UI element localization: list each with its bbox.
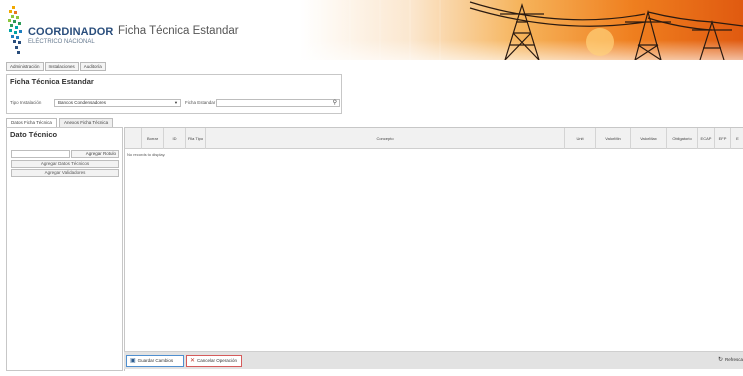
no-records-message: No records to display.	[127, 152, 166, 157]
page-title: Ficha Técnica Estandar	[118, 25, 239, 37]
tipo-instalacion-value: Bancos Condensadores	[58, 100, 107, 105]
refresh-label: Refresca	[724, 357, 743, 362]
save-button-label: Guardar Cambios	[137, 358, 174, 363]
cancel-button[interactable]: ✕ Cancelar Operación	[186, 355, 242, 367]
ficha-estandar-label: Ficha Estandar	[185, 100, 216, 105]
refresh-icon: ↻	[717, 357, 723, 363]
column-header-efp[interactable]: EFP	[715, 128, 731, 149]
tipo-instalacion-label: Tipo Instalación	[10, 100, 42, 105]
filter-panel: Ficha Técnica Estandar Tipo Instalación …	[6, 74, 342, 114]
tab-anexos-ficha-tecnica[interactable]: Anexos Ficha Técnica	[58, 118, 114, 127]
logo-title: COORDINADOR	[28, 26, 114, 38]
column-header-ecap[interactable]: ECAP	[698, 128, 715, 149]
column-header-valormin[interactable]: ValorMin	[596, 128, 631, 149]
dato-tecnico-panel: Dato Técnico Agregar Rotulo Agregar Dato…	[6, 127, 123, 371]
column-header-fila-tipo[interactable]: Fila Tipo	[186, 128, 206, 149]
chevron-down-icon[interactable]: ▼	[174, 100, 178, 106]
tab-datos-ficha-tecnica[interactable]: Datos Ficha Técnica	[6, 118, 57, 127]
column-header-unit[interactable]: Unit	[565, 128, 596, 149]
column-header-e[interactable]: E	[731, 128, 743, 149]
column-header-borrar[interactable]: Borrar	[142, 128, 164, 149]
menu-item-auditoria[interactable]: Auditoría	[79, 62, 106, 71]
menu-item-instalaciones[interactable]: Instalaciones	[44, 62, 79, 71]
column-header-id[interactable]: ID	[164, 128, 186, 149]
column-header-valormax[interactable]: ValorMax	[631, 128, 667, 149]
app-header: COORDINADOR ELÉCTRICO NACIONAL Ficha Téc…	[0, 0, 743, 60]
column-header-select	[125, 128, 142, 149]
dato-tecnico-title: Dato Técnico	[10, 130, 58, 139]
tipo-instalacion-select[interactable]: Bancos Condensadores ▼	[54, 99, 181, 107]
rotulo-input[interactable]	[11, 150, 70, 158]
save-button[interactable]: ▣ Guardar Cambios	[126, 355, 184, 367]
cancel-button-label: Cancelar Operación	[197, 358, 238, 363]
tab-strip: Datos Ficha Técnica Anexos Ficha Técnica	[6, 118, 115, 127]
menu-item-administracion[interactable]: Administración	[6, 62, 44, 71]
bottom-toolbar: ▣ Guardar Cambios ✕ Cancelar Operación ↻ Re…	[124, 351, 743, 369]
close-icon: ✕	[190, 358, 196, 364]
logo-subtitle: ELÉCTRICO NACIONAL	[28, 39, 95, 45]
filter-row: Tipo Instalación Bancos Condensadores ▼ …	[10, 99, 340, 107]
search-icon[interactable]: ⚲	[333, 99, 337, 106]
top-menu: Administración Instalaciones Auditoría	[6, 62, 107, 71]
agregar-rotulo-button[interactable]: Agregar Rotulo	[71, 150, 119, 158]
data-grid: Borrar ID Fila Tipo Concepto Unit ValorM…	[124, 127, 743, 371]
column-header-obligatorio[interactable]: Obligatorio	[667, 128, 698, 149]
logo: COORDINADOR ELÉCTRICO NACIONAL	[6, 6, 113, 56]
power-towers-sunset-icon	[300, 0, 743, 60]
refresh-button[interactable]: ↻ Refresca	[718, 356, 743, 363]
agregar-validadores-button[interactable]: Agregar Validadores	[11, 169, 119, 177]
column-header-concepto[interactable]: Concepto	[206, 128, 565, 149]
grid-header: Borrar ID Fila Tipo Concepto Unit ValorM…	[125, 128, 743, 149]
save-icon: ▣	[130, 358, 136, 364]
filter-title: Ficha Técnica Estandar	[10, 77, 94, 86]
coordinador-logo-icon	[8, 6, 22, 54]
ficha-estandar-search[interactable]: ⚲	[216, 99, 340, 107]
power-towers-banner	[300, 0, 743, 60]
agregar-datos-tecnicos-button[interactable]: Agregar Datos Técnicos	[11, 160, 119, 168]
